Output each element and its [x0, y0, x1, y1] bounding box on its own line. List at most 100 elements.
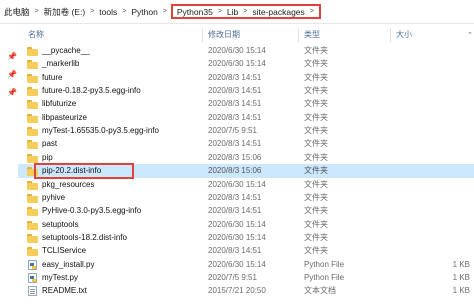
file-date: 2020/8/3 14:51 [208, 72, 262, 82]
file-type: 文件夹 [304, 72, 328, 82]
file-name[interactable]: pyhive [42, 191, 65, 205]
file-type: 文件夹 [304, 179, 328, 189]
file-type: 文件夹 [304, 192, 328, 202]
file-row[interactable]: myTest-1.65535.0-py3.5.egg-info 2020/7/5 … [22, 124, 474, 138]
column-divider [202, 28, 203, 42]
address-breadcrumb[interactable]: 此电脑 > 新加卷 (E:) > tools > Python > Python35 > Lib > s… [0, 0, 474, 24]
file-row[interactable]: myTest.py 2020/7/5 9:51 Python File 1 KB [22, 271, 474, 285]
folder-icon [27, 193, 38, 203]
pin-icon: 📌 [7, 88, 17, 97]
breadcrumb-item[interactable]: Python [129, 7, 159, 17]
highlighted-path-box: Python35 > Lib > site-packages > [170, 4, 321, 19]
breadcrumb-item[interactable]: 新加卷 (E:) [42, 6, 88, 18]
file-name[interactable]: PyHive-0.3.0-py3.5.egg-info [42, 204, 141, 218]
chevron-up-icon: ⌃ [467, 32, 473, 39]
file-date: 2020/6/30 15:14 [208, 232, 266, 242]
breadcrumb-item[interactable]: Python35 [175, 7, 215, 17]
file-name[interactable]: setuptools [42, 218, 78, 232]
folder-icon [27, 73, 38, 83]
file-row[interactable]: future-0.18.2-py3.5.egg-info 2020/8/3 14:… [22, 84, 474, 98]
folder-icon [27, 220, 38, 230]
file-row[interactable]: setuptools 2020/6/30 15:14 文件夹 [22, 218, 474, 232]
file-date: 2020/6/30 15:14 [208, 179, 266, 189]
file-type: 文件夹 [304, 219, 328, 229]
folder-icon [27, 247, 38, 257]
file-date: 2020/8/3 15:06 [208, 166, 262, 176]
file-row[interactable]: PyHive-0.3.0-py3.5.egg-info 2020/8/3 14:5… [22, 204, 474, 218]
column-size[interactable]: 大小 [396, 29, 412, 40]
file-date: 2020/6/30 15:14 [208, 259, 266, 269]
text-file-icon [28, 286, 37, 297]
file-row[interactable]: past 2020/8/3 14:51 文件夹 [22, 137, 474, 151]
file-row[interactable]: __pycache__ 2020/6/30 15:14 文件夹 [22, 44, 474, 58]
file-name[interactable]: _markerlib [42, 57, 79, 71]
file-date: 2020/7/5 9:51 [208, 126, 257, 136]
file-type: 文件夹 [304, 206, 328, 216]
chevron-right-icon[interactable]: > [240, 8, 250, 15]
file-row[interactable]: pkg_resources 2020/6/30 15:14 文件夹 [22, 178, 474, 192]
file-type: 文件夹 [304, 126, 328, 136]
column-header: 名称 修改日期 类型 大小 ⌃ [22, 28, 474, 42]
file-row[interactable]: pip-20.2.dist-info 2020/8/3 15:06 文件夹 [18, 163, 474, 180]
folder-icon [27, 113, 38, 123]
column-divider [390, 28, 391, 42]
file-row[interactable]: pyhive 2020/8/3 14:51 文件夹 [22, 191, 474, 205]
file-date: 2020/6/30 15:14 [208, 46, 266, 55]
file-row[interactable]: TCLIService 2020/8/3 14:51 文件夹 [22, 244, 474, 258]
file-name[interactable]: future-0.18.2-py3.5.egg-info [42, 84, 141, 98]
folder-icon [27, 180, 38, 190]
file-row[interactable]: easy_install.py 2020/6/30 15:14 Python Fil… [22, 258, 474, 272]
column-type[interactable]: 类型 [304, 29, 320, 40]
file-row[interactable]: libfuturize 2020/8/3 14:51 文件夹 [22, 97, 474, 111]
folder-icon [27, 100, 38, 110]
file-name[interactable]: future [42, 71, 62, 85]
file-name[interactable]: setuptools-18.2.dist-info [42, 231, 127, 245]
pin-icon: 📌 [7, 52, 17, 61]
file-type: 文件夹 [304, 86, 328, 96]
file-row[interactable]: setuptools-18.2.dist-info 2020/6/30 15:14… [22, 231, 474, 245]
chevron-right-icon[interactable]: > [307, 8, 317, 15]
chevron-right-icon[interactable]: > [32, 8, 42, 15]
file-type: 文件夹 [304, 152, 328, 162]
file-row[interactable]: future 2020/8/3 14:51 文件夹 [22, 71, 474, 85]
file-date: 2020/7/5 9:51 [208, 272, 257, 282]
column-date[interactable]: 修改日期 [208, 29, 240, 40]
file-name[interactable]: myTest.py [42, 271, 78, 285]
breadcrumb-item[interactable]: tools [97, 7, 119, 17]
file-name[interactable]: __pycache__ [42, 44, 90, 58]
folder-icon [27, 140, 38, 150]
file-name[interactable]: past [42, 137, 57, 151]
folder-icon [27, 153, 38, 163]
file-date: 2020/6/30 15:14 [208, 219, 266, 229]
chevron-right-icon[interactable]: > [87, 8, 97, 15]
column-name[interactable]: 名称 [28, 29, 44, 40]
file-row[interactable]: _markerlib 2020/6/30 15:14 文件夹 [22, 57, 474, 71]
chevron-right-icon[interactable]: > [215, 8, 225, 15]
breadcrumb-item[interactable]: Lib [225, 7, 240, 17]
file-date: 2020/8/3 15:06 [208, 152, 262, 162]
file-size: 1 KB [452, 272, 470, 282]
breadcrumb-item[interactable]: 此电脑 [2, 6, 32, 18]
file-row[interactable]: README.txt 2015/7/21 20:50 文本文档 1 KB [22, 284, 474, 298]
file-name[interactable]: libfuturize [42, 97, 76, 111]
folder-icon [27, 233, 38, 243]
file-size: 1 KB [452, 259, 470, 269]
file-date: 2020/8/3 14:51 [208, 99, 262, 109]
chevron-right-icon[interactable]: > [119, 8, 129, 15]
folder-icon [27, 87, 38, 97]
file-name[interactable]: pkg_resources [42, 178, 94, 192]
file-type: Python File [304, 272, 345, 282]
chevron-right-icon[interactable]: > [160, 8, 170, 15]
file-name[interactable]: TCLIService [42, 244, 86, 258]
file-name[interactable]: myTest-1.65535.0-py3.5.egg-info [42, 124, 159, 138]
file-row[interactable]: libpasteurize 2020/8/3 14:51 文件夹 [22, 111, 474, 125]
folder-icon [27, 60, 38, 70]
file-name[interactable]: README.txt [42, 284, 87, 298]
file-type: 文件夹 [304, 246, 328, 256]
file-type: 文件夹 [304, 99, 328, 109]
file-date: 2020/8/3 14:51 [208, 112, 262, 122]
breadcrumb-item[interactable]: site-packages [250, 7, 306, 17]
pin-icon: 📌 [7, 70, 17, 79]
file-name[interactable]: libpasteurize [42, 111, 87, 125]
file-name[interactable]: easy_install.py [42, 258, 94, 272]
